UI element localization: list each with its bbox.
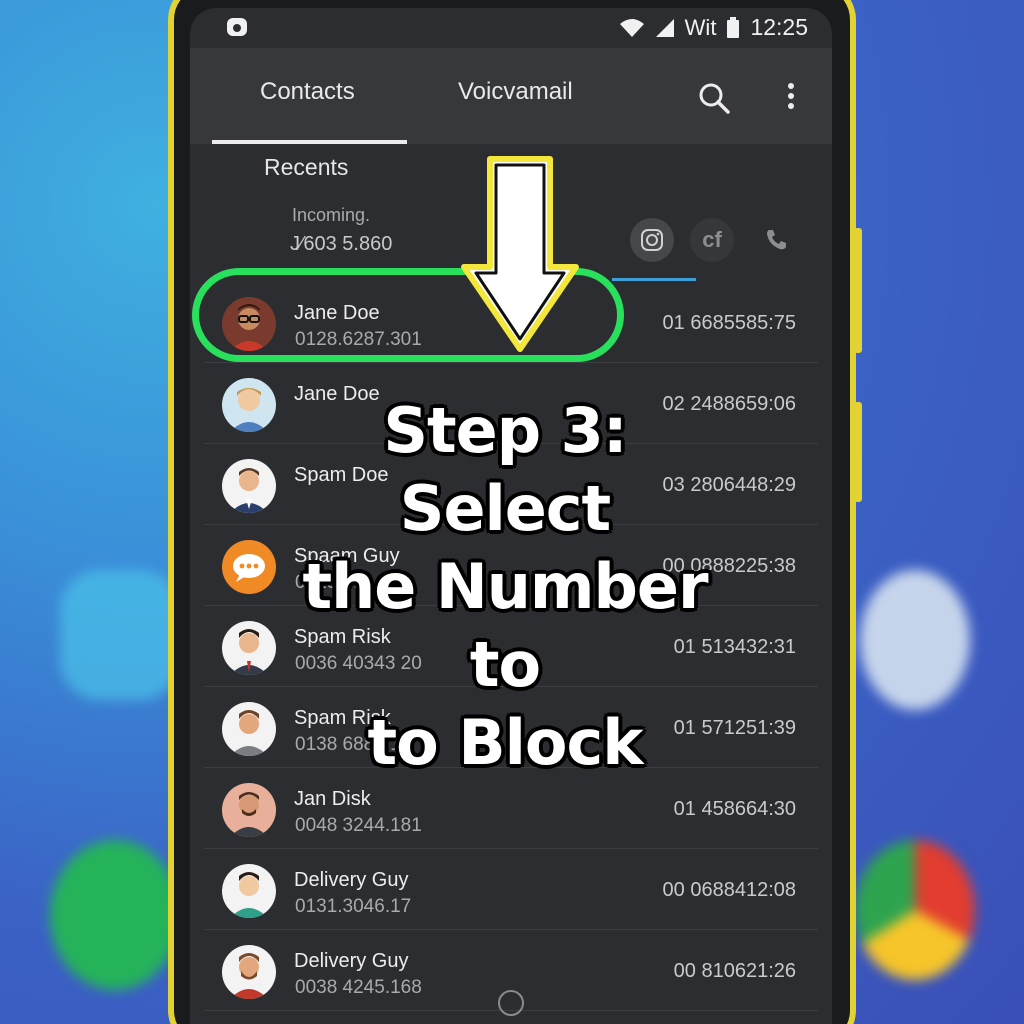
signal-icon	[655, 18, 674, 37]
clock: 12:25	[750, 14, 808, 40]
call-time: 01 458664:30	[673, 798, 796, 820]
facebook-icon[interactable]: ᴄf	[690, 218, 734, 262]
background-app-icon	[60, 570, 180, 700]
notification-icon	[227, 18, 247, 36]
carrier-label: Wit	[684, 14, 717, 40]
avatar	[222, 621, 276, 675]
call-time: 01 6685585:75	[662, 312, 796, 334]
tab-voicemail[interactable]: Voicvamail	[458, 78, 573, 106]
contact-number: 0048 3244.181	[295, 815, 422, 836]
wifi-icon	[619, 18, 644, 37]
tab-contacts[interactable]: Contacts	[260, 78, 355, 106]
list-item[interactable]: Delivery Guy 0131.3046.17 00 0688412:08	[204, 849, 818, 930]
caption-line: the Number to	[302, 550, 708, 701]
avatar	[222, 378, 276, 432]
filter-tab-indicator	[612, 278, 696, 281]
avatar	[222, 702, 276, 756]
active-tab-indicator	[212, 140, 407, 144]
avatar	[222, 864, 276, 918]
call-time: 00 810621:26	[673, 960, 796, 982]
incoming-label: Incoming.	[292, 205, 371, 225]
avatar	[222, 945, 276, 999]
power-button	[854, 402, 862, 502]
incoming-number: J⁄603 5.860	[290, 233, 393, 255]
contact-name: Delivery Guy	[294, 950, 409, 972]
more-vert-icon[interactable]	[785, 82, 797, 112]
step-caption: Step 3: Select the Number to to Block	[270, 392, 740, 782]
phone-icon[interactable]	[754, 218, 798, 262]
background-chrome-icon	[855, 840, 975, 980]
contact-name: Jan Disk	[294, 788, 371, 810]
contact-number: 0131.3046.17	[295, 896, 412, 917]
contact-number: 0038 4245.168	[295, 977, 422, 998]
contact-name: Delivery Guy	[294, 869, 409, 891]
top-app-bar: Contacts Voicvamail	[190, 48, 832, 144]
call-time: 00 0688412:08	[662, 879, 796, 901]
volume-button	[854, 228, 862, 353]
background-phone-app-icon	[50, 840, 180, 990]
background-app-icon	[860, 570, 970, 710]
avatar	[222, 459, 276, 513]
chat-bubble-icon	[222, 540, 276, 594]
caption-line: Step 3: Select	[383, 394, 627, 545]
instagram-icon[interactable]	[630, 218, 674, 262]
battery-icon	[727, 16, 740, 38]
avatar	[222, 783, 276, 837]
status-bar: Wit 12:25	[190, 8, 832, 48]
search-icon[interactable]	[698, 82, 730, 114]
down-arrow-icon	[461, 156, 579, 352]
caption-line: to Block	[367, 706, 644, 779]
section-title: Recents	[264, 154, 349, 180]
home-indicator[interactable]	[498, 990, 524, 1016]
